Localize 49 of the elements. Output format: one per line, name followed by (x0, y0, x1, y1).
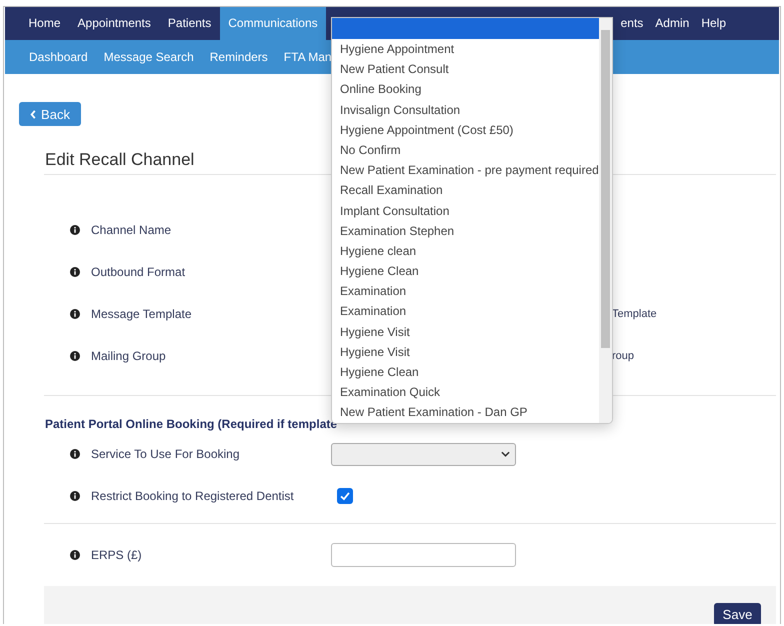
caret-icon (501, 451, 510, 457)
dropdown-option[interactable]: Hygiene Appointment (Cost £50) (332, 120, 599, 140)
field-label: Mailing Group (91, 349, 167, 363)
dropdown-option[interactable]: Hygiene Clean (332, 362, 599, 382)
dropdown-option[interactable]: Invisalign Consultation (332, 100, 599, 120)
info-icon (70, 225, 80, 235)
dropdown-option[interactable]: New Patient Consult (332, 59, 599, 80)
dropdown-option[interactable]: Hygiene Clean (332, 261, 599, 282)
page-title: Edit Recall Channel (45, 150, 194, 171)
dropdown-option[interactable]: New Patient Examination - pre payment required (332, 160, 599, 180)
field-label: Service To Use For Booking (91, 447, 241, 461)
nav-tab[interactable]: Help (695, 7, 732, 40)
dropdown-option[interactable]: Examination (332, 281, 599, 302)
dropdown-option[interactable]: Hygiene clean (332, 240, 599, 262)
dropdown-option[interactable]: No Confirm (332, 140, 599, 160)
dropdown-option[interactable]: Recall Examination (332, 180, 599, 200)
dropdown-option[interactable]: Examination (332, 301, 599, 322)
dropdown-option[interactable]: Implant Consultation (332, 200, 599, 221)
info-icon (70, 550, 80, 560)
field-label: Channel Name (91, 223, 172, 237)
select-field[interactable] (331, 442, 516, 466)
dropdown-option[interactable]: Hygiene Visit (332, 322, 599, 342)
info-icon (70, 267, 80, 277)
nav-tab[interactable]: Patients (159, 7, 220, 40)
field-label: ERPS (£) (91, 548, 143, 562)
field-label: Message Template (91, 307, 192, 321)
field-label: Outbound Format (91, 265, 186, 279)
dropdown-option[interactable]: Examination Quick (332, 382, 599, 402)
nav-tab[interactable]: Appointments (69, 7, 160, 40)
save-button[interactable]: Save (714, 602, 761, 624)
nav-tab[interactable]: ents (614, 7, 650, 40)
back-button[interactable]: Back (19, 102, 81, 126)
input-field[interactable] (331, 543, 516, 567)
info-icon (70, 491, 80, 501)
field-label: Restrict Booking to Registered Dentist (91, 489, 295, 503)
info-icon (70, 449, 80, 459)
dropdown-option[interactable]: Hygiene Appointment (332, 39, 599, 60)
link-text[interactable]: roup (612, 350, 634, 362)
info-icon (70, 351, 80, 361)
chevron-left-icon (30, 110, 36, 118)
link-text[interactable]: Template (612, 308, 657, 320)
dropdown-option[interactable]: Examination Stephen (332, 220, 599, 241)
nav-tab[interactable]: Admin (649, 7, 696, 40)
dropdown-option[interactable]: Hygiene Visit (332, 342, 599, 362)
scrollbar[interactable] (599, 18, 612, 423)
checkbox[interactable] (337, 488, 353, 504)
dropdown-option[interactable]: Online Booking (332, 79, 599, 100)
nav-tab[interactable]: Home (20, 7, 70, 40)
info-icon (70, 309, 80, 319)
